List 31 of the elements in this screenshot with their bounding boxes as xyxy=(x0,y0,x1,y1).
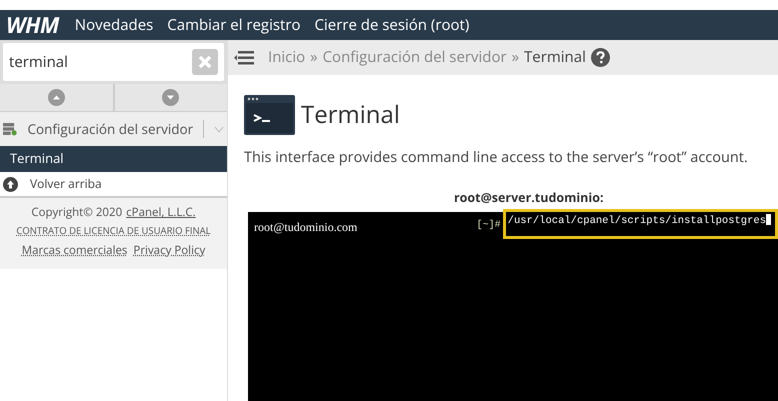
sidebar-item[interactable]: Terminal xyxy=(0,146,227,172)
company-link[interactable]: cPanel, L.L.C. xyxy=(126,204,196,222)
host-label: root@server.tudominio: xyxy=(454,188,604,208)
breadcrumb-separator: » xyxy=(512,46,520,69)
license-link[interactable]: CONTRATO DE LICENCIA DE USUARIO FINAL xyxy=(16,224,211,238)
chevron-icon xyxy=(214,126,224,132)
banner-text: root@tudominio.com xyxy=(253,218,358,236)
copyright-text: Copyright© 2020 xyxy=(31,204,122,222)
terminal-icon xyxy=(244,95,295,135)
terminal-prompt: [~]# xyxy=(476,218,502,232)
category-label: Configuración del servidor xyxy=(28,118,194,140)
footer-link[interactable]: Marcas comerciales xyxy=(22,242,128,259)
clear-button[interactable] xyxy=(192,49,218,75)
logo[interactable]: WHM xyxy=(6,8,61,42)
category-header[interactable]: Configuración del servidor xyxy=(0,112,227,146)
up-icon xyxy=(48,89,65,106)
command-text: /usr/local/cpanel/scripts/installpostgres xyxy=(502,208,778,238)
description: This interface provides command line access to the server’s “root” account. xyxy=(244,147,749,169)
footer-link[interactable]: Privacy Policy xyxy=(133,242,206,259)
search-field[interactable]: terminal xyxy=(3,43,192,81)
menu-icon[interactable] xyxy=(234,50,254,64)
nav-link[interactable]: Novedades xyxy=(74,14,154,36)
nav-link[interactable]: Cierre de sesión (root) xyxy=(314,14,470,36)
server-icon xyxy=(3,121,18,137)
page-title: Terminal xyxy=(301,97,400,133)
nav-link[interactable]: Cambiar el registro xyxy=(167,14,301,36)
help-icon[interactable] xyxy=(590,48,610,67)
breadcrumb-separator: » xyxy=(310,46,318,69)
close-icon xyxy=(198,55,212,69)
down-icon xyxy=(162,89,180,106)
terminal-window[interactable]: root@tudominio.com [~]# /usr/local/cpanel/scripts/installpostgres xyxy=(248,212,778,401)
